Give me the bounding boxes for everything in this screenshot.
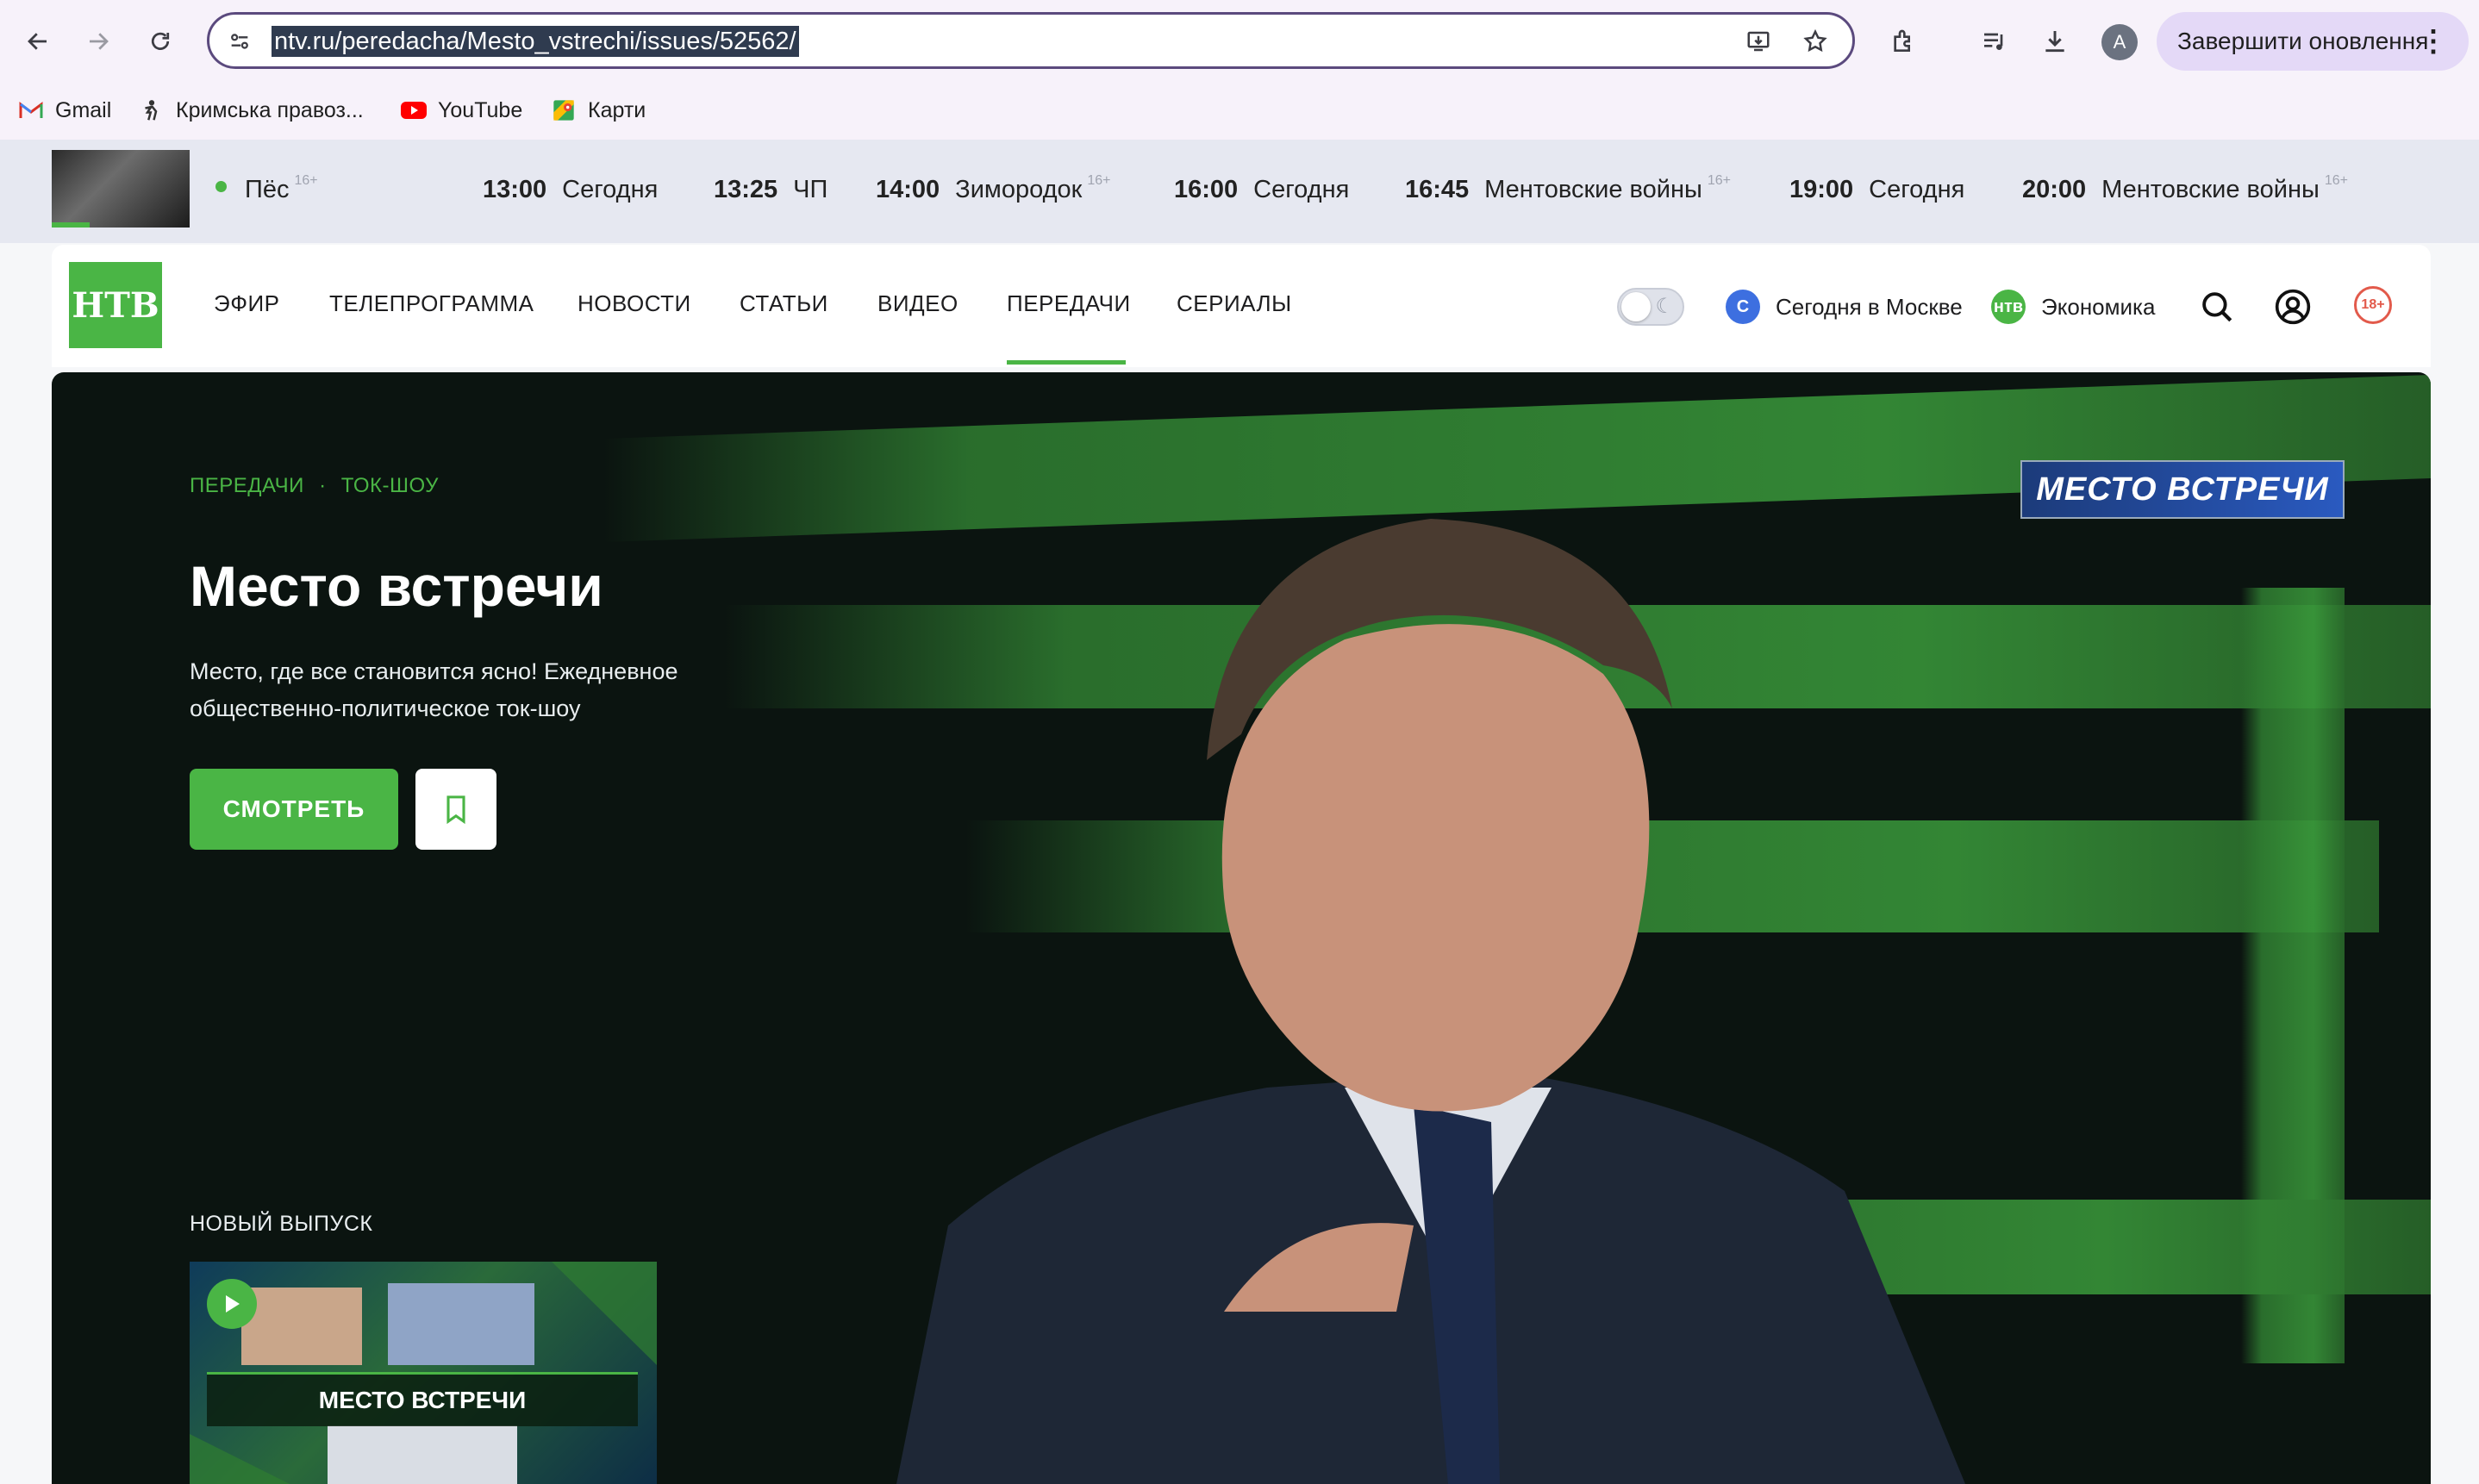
url-text[interactable]: ntv.ru/peredacha/Mesto_vstrechi/issues/5… [272, 26, 799, 57]
nav-stati[interactable]: СТАТЬИ [740, 286, 828, 321]
reload-icon[interactable] [141, 22, 179, 60]
host-photo [896, 519, 1965, 1484]
age-rating-badge: 18+ [2354, 286, 2392, 324]
ticker-item[interactable]: 16:45 Ментовские войны 16+ [1405, 172, 1731, 207]
bookmark-star-icon[interactable] [1801, 27, 1830, 56]
ticker-item[interactable]: 13:00 Сегодня [483, 172, 658, 207]
breadcrumb-item[interactable]: ПЕРЕДАЧИ [190, 474, 304, 497]
nav-serialy[interactable]: СЕРИАЛЫ [1177, 286, 1292, 321]
bookmark-label: Карти [588, 97, 646, 122]
schedule-ticker: Пёс 16+ 13:00 Сегодня 13:25 ЧП 14:00 Зимород… [0, 140, 2479, 243]
channel-label: Экономика [2041, 293, 2156, 320]
ticker-title: Сегодня [1869, 176, 1965, 203]
ticker-now-age: 16+ [294, 173, 318, 188]
web-page: Пёс 16+ 13:00 Сегодня 13:25 ЧП 14:00 Зимород… [0, 140, 2479, 1484]
segodnya-moskva-icon: C [1726, 290, 1760, 324]
show-title: Место встречи [190, 554, 603, 618]
ticker-now[interactable]: Пёс 16+ [245, 172, 318, 207]
install-app-icon[interactable] [1744, 27, 1773, 56]
extensions-icon[interactable] [1884, 22, 1922, 60]
downloads-icon[interactable] [2036, 22, 2074, 60]
search-icon[interactable] [2196, 286, 2238, 327]
ekonomika-icon: нтв [1991, 290, 2026, 324]
more-menu-icon[interactable]: ⋮ [2419, 12, 2448, 71]
ticker-title: Ментовские войны [1484, 176, 1702, 203]
bookmark-button[interactable] [415, 769, 496, 850]
ticker-time: 13:25 [714, 176, 778, 203]
breadcrumb-item[interactable]: ТОК-ШОУ [341, 474, 439, 497]
ticker-item[interactable]: 13:25 ЧП [714, 172, 827, 207]
nav-teleprogramma[interactable]: ТЕЛЕПРОГРАММА [329, 286, 534, 321]
site-info-icon[interactable] [225, 27, 254, 56]
breadcrumb: ПЕРЕДАЧИ · ТОК-ШОУ [190, 474, 439, 498]
ticker-item[interactable]: 20:00 Ментовские войны 16+ [2022, 172, 2348, 207]
bookmark-crimea[interactable]: Кримська правоз... [138, 93, 364, 128]
bookmark-label: Кримська правоз... [176, 97, 364, 122]
media-control-icon[interactable] [1976, 22, 2014, 60]
new-issue-card[interactable]: МЕСТО ВСТРЕЧИ [190, 1262, 657, 1484]
moon-icon: ☾ [1655, 295, 1674, 318]
ticker-title: Ментовские войны [2101, 176, 2320, 203]
update-browser-button[interactable]: Завершити оновлення ⋮ [2157, 12, 2469, 71]
nav-peredachi[interactable]: ПЕРЕДАЧИ [1007, 286, 1131, 321]
ticker-title: Сегодня [1253, 176, 1350, 203]
breadcrumb-separator: · [319, 474, 327, 497]
ticker-age: 16+ [2324, 173, 2348, 188]
ticker-time: 16:45 [1405, 176, 1470, 203]
ticker-item[interactable]: 14:00 Зимородок 16+ [876, 172, 1110, 207]
dark-mode-toggle[interactable]: ☾ [1617, 288, 1684, 326]
nav-efir[interactable]: ЭФИР [214, 286, 279, 321]
channel-label: Сегодня в Москве [1776, 293, 1963, 320]
ticker-item[interactable]: 19:00 Сегодня [1789, 172, 1964, 207]
bookmark-gmail[interactable]: Gmail [17, 93, 111, 128]
nav-video[interactable]: ВИДЕО [877, 286, 959, 321]
ticker-now-title: Пёс [245, 176, 290, 203]
maps-icon [550, 97, 578, 124]
play-icon[interactable] [207, 1279, 257, 1329]
new-issue-label: НОВЫЙ ВЫПУСК [190, 1212, 373, 1236]
watch-button[interactable]: СМОТРЕТЬ [190, 769, 398, 850]
address-bar[interactable]: ntv.ru/peredacha/Mesto_vstrechi/issues/5… [207, 12, 1855, 69]
bookmark-figure-icon [138, 97, 165, 124]
forward-icon[interactable] [79, 22, 117, 60]
new-issue-banner: МЕСТО ВСТРЕЧИ [207, 1372, 638, 1426]
ticker-time: 19:00 [1789, 176, 1854, 203]
nav-active-indicator [1007, 360, 1126, 365]
site-header: НТВ ЭФИР ТЕЛЕПРОГРАММА НОВОСТИ СТАТЬИ ВИ… [52, 245, 2431, 367]
ticker-time: 16:00 [1174, 176, 1239, 203]
gmail-icon [17, 97, 45, 124]
bookmark-label: Gmail [55, 97, 112, 122]
ntv-logo[interactable]: НТВ [69, 262, 162, 348]
profile-avatar[interactable]: A [2101, 24, 2138, 60]
bookmark-maps[interactable]: Карти [550, 93, 646, 128]
toggle-knob [1621, 292, 1651, 321]
ticker-title: Зимородок [955, 176, 1083, 203]
show-hero: МЕСТО ВСТРЕЧИ ПЕРЕДАЧИ · ТОК-ШОУ Место в… [52, 372, 2431, 1484]
channel-segodnya-moskva[interactable]: C Сегодня в Москве [1726, 288, 1963, 326]
bookmarks-bar: Gmail Кримська правоз... YouTube Карти [0, 86, 2479, 134]
ticker-title: Сегодня [562, 176, 659, 203]
ticker-time: 14:00 [876, 176, 940, 203]
nav-novosti[interactable]: НОВОСТИ [578, 286, 691, 321]
ticker-age: 16+ [1707, 173, 1731, 188]
ticker-item[interactable]: 16:00 Сегодня [1174, 172, 1349, 207]
update-browser-label: Завершити оновлення [2177, 28, 2429, 54]
bookmark-icon [446, 795, 465, 825]
show-logo: МЕСТО ВСТРЕЧИ [2020, 460, 2345, 519]
back-icon[interactable] [19, 22, 57, 60]
ticker-time: 13:00 [483, 176, 547, 203]
channel-ekonomika[interactable]: нтв Экономика [1991, 288, 2155, 326]
show-description: Место, где все становится ясно! Ежедневн… [190, 658, 678, 721]
live-indicator [215, 181, 227, 192]
ticker-title: ЧП [793, 176, 828, 203]
ticker-age: 16+ [1087, 173, 1111, 188]
ticker-time: 20:00 [2022, 176, 2087, 203]
live-thumbnail[interactable] [52, 150, 190, 228]
browser-chrome: ntv.ru/peredacha/Mesto_vstrechi/issues/5… [0, 0, 2479, 140]
bookmark-label: YouTube [438, 97, 523, 122]
youtube-icon [400, 97, 428, 124]
user-account-icon[interactable] [2272, 286, 2314, 327]
bookmark-youtube[interactable]: YouTube [400, 93, 522, 128]
